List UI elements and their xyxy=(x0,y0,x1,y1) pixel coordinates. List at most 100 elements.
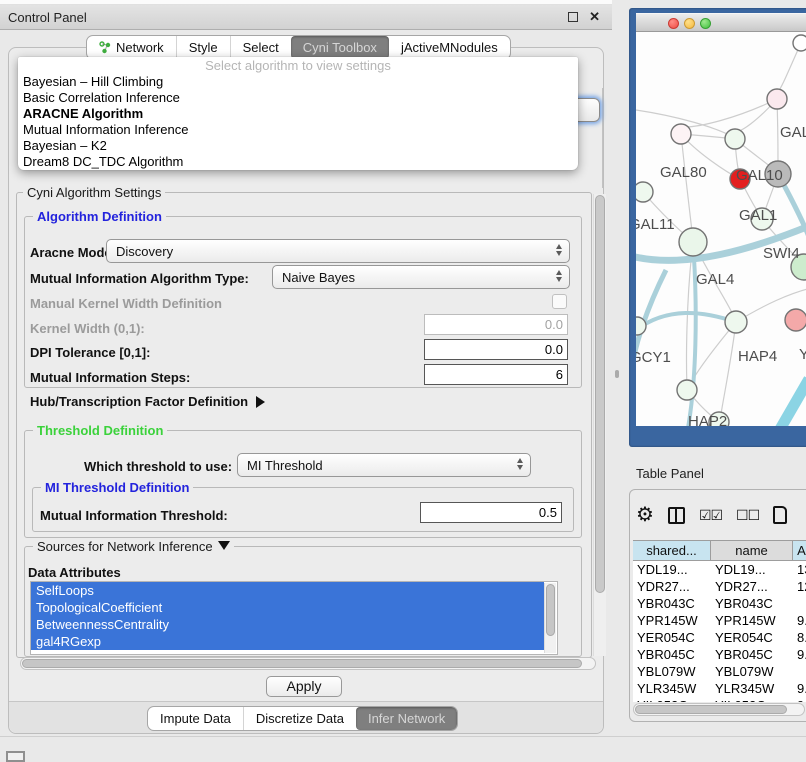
table-row[interactable]: YDR27...YDR27...12 xyxy=(633,578,806,595)
table-cell: YLR345W xyxy=(633,680,711,697)
sources-expander[interactable]: Sources for Network Inference xyxy=(33,539,234,554)
which-threshold-select[interactable]: MI Threshold xyxy=(237,453,531,477)
network-window-titlebar[interactable] xyxy=(636,13,806,32)
mi-threshold-field[interactable]: 0.5 xyxy=(420,502,562,523)
tab-label: Infer Network xyxy=(368,711,445,726)
tab-label: Select xyxy=(243,40,279,55)
attribute-item[interactable]: TopologicalCoefficient xyxy=(31,599,544,616)
close-icon[interactable]: ✕ xyxy=(589,9,600,25)
algorithm-option[interactable]: Mutual Information Inference xyxy=(18,122,578,138)
dropdown-placeholder: Select algorithm to view settings xyxy=(18,58,578,74)
node-label: HAP2 xyxy=(688,413,727,426)
table-row[interactable]: YBR045CYBR045C9. xyxy=(633,646,806,663)
tab-impute-data[interactable]: Impute Data xyxy=(148,707,243,730)
table-row[interactable]: YER054CYER054C8. xyxy=(633,629,806,646)
column-header[interactable]: name xyxy=(711,541,793,560)
algorithm-option[interactable]: Dream8 DC_TDC Algorithm xyxy=(18,154,578,170)
column-view-icon[interactable] xyxy=(668,507,685,524)
network-node[interactable] xyxy=(671,124,691,144)
network-edge[interactable] xyxy=(636,313,736,334)
import-table-icon[interactable] xyxy=(773,506,787,524)
tab-label: Discretize Data xyxy=(256,711,344,726)
settings-vscroll-thumb[interactable] xyxy=(595,195,605,593)
aracne-mode-select[interactable]: Discovery xyxy=(106,239,570,263)
column-header[interactable]: shared... xyxy=(633,541,711,560)
network-edge[interactable] xyxy=(768,379,806,426)
attributes-scrollbar[interactable] xyxy=(544,583,556,653)
kernel-width-field[interactable]: 0.0 xyxy=(424,314,568,335)
network-node[interactable] xyxy=(725,129,745,149)
mi-steps-field[interactable]: 6 xyxy=(424,364,568,385)
table-row[interactable]: YIL052CYIL052C9 xyxy=(633,697,806,702)
algorithm-option[interactable]: Bayesian – K2 xyxy=(18,138,578,154)
network-node[interactable] xyxy=(785,309,806,331)
network-node[interactable] xyxy=(636,182,653,202)
dpi-tolerance-field[interactable]: 0.0 xyxy=(424,339,568,360)
attributes-scrollbar-thumb[interactable] xyxy=(546,584,555,636)
network-icon xyxy=(99,41,111,54)
window-minimize-icon[interactable] xyxy=(684,18,695,29)
settings-hscroll-thumb[interactable] xyxy=(22,659,582,668)
attribute-item[interactable]: BetweennessCentrality xyxy=(31,616,544,633)
table-partial-row: YIL052CYIL052C9 xyxy=(633,697,806,702)
algorithm-option[interactable]: Basic Correlation Inference xyxy=(18,90,578,106)
table-cell xyxy=(793,663,806,680)
bottom-strip xyxy=(0,736,806,762)
table-row[interactable]: YBR043CYBR043C xyxy=(633,595,806,612)
table-row[interactable]: YPR145WYPR145W9. xyxy=(633,612,806,629)
table-horizontal-scrollbar[interactable] xyxy=(633,703,805,716)
tab-cyni-toolbox[interactable]: Cyni Toolbox xyxy=(291,36,389,59)
minimized-panel-icon[interactable] xyxy=(6,751,25,762)
network-node[interactable] xyxy=(793,35,806,51)
collapse-down-icon[interactable] xyxy=(218,541,230,550)
expand-right-icon[interactable] xyxy=(256,396,265,408)
network-node[interactable] xyxy=(767,89,787,109)
settings-horizontal-scrollbar[interactable] xyxy=(20,657,596,670)
table-row[interactable]: YDL19...YDL19...13 xyxy=(633,561,806,578)
mi-type-label: Mutual Information Algorithm Type: xyxy=(30,271,249,286)
tab-infer-network[interactable]: Infer Network xyxy=(356,707,457,730)
hidden-focused-combo-fragment[interactable] xyxy=(576,98,600,122)
mi-type-value: Naive Bayes xyxy=(282,270,355,285)
apply-button[interactable]: Apply xyxy=(266,676,342,697)
data-attributes-label: Data Attributes xyxy=(28,565,121,580)
tab-label: Cyni Toolbox xyxy=(303,40,377,55)
network-node[interactable] xyxy=(679,228,707,256)
splitpane-handle[interactable] xyxy=(615,370,619,378)
data-attributes-list[interactable]: SelfLoopsTopologicalCoefficientBetweenne… xyxy=(30,581,558,655)
attribute-item[interactable]: gal4RGexp xyxy=(31,633,544,650)
manual-kernel-checkbox[interactable] xyxy=(552,294,567,309)
network-node[interactable] xyxy=(677,380,697,400)
tab-jactivemnodules[interactable]: jActiveMNodules xyxy=(389,36,510,59)
node-label: GAL4 xyxy=(696,271,734,288)
node-label: GCY1 xyxy=(636,349,671,366)
network-edge[interactable] xyxy=(681,134,693,240)
settings-vertical-scrollbar[interactable] xyxy=(593,194,606,656)
tab-style[interactable]: Style xyxy=(176,36,230,59)
table-row[interactable]: YBL079WYBL079W xyxy=(633,663,806,680)
select-all-icon[interactable]: ☑☑ xyxy=(699,507,722,524)
deselect-all-icon[interactable]: ☐☐ xyxy=(736,507,759,524)
attribute-item[interactable]: SelfLoops xyxy=(31,582,544,599)
table-row[interactable]: YLR345WYLR345W9. xyxy=(633,680,806,697)
mi-type-select[interactable]: Naive Bayes xyxy=(272,265,570,289)
tab-network[interactable]: Network xyxy=(87,36,176,59)
network-edge[interactable] xyxy=(720,322,736,420)
tab-discretize-data[interactable]: Discretize Data xyxy=(243,707,356,730)
network-node[interactable] xyxy=(725,311,747,333)
network-graph[interactable]: GALGAL80GAL10GAL1GAL11SWI4GAL4GCY1HAP4YH… xyxy=(636,32,806,426)
network-canvas[interactable]: GALGAL80GAL10GAL1GAL11SWI4GAL4GCY1HAP4YH… xyxy=(636,32,806,426)
tab-select[interactable]: Select xyxy=(230,36,291,59)
algorithm-option[interactable]: ARACNE Algorithm xyxy=(18,106,578,122)
tab-label: Network xyxy=(116,40,164,55)
network-view-window[interactable]: GALGAL80GAL10GAL1GAL11SWI4GAL4GCY1HAP4YH… xyxy=(629,8,806,447)
table-hscroll-thumb[interactable] xyxy=(635,705,787,714)
window-close-icon[interactable] xyxy=(668,18,679,29)
algorithm-option[interactable]: Bayesian – Hill Climbing xyxy=(18,74,578,90)
gear-icon[interactable]: ⚙ xyxy=(636,505,654,525)
hub-definition-expander[interactable]: Hub/Transcription Factor Definition xyxy=(30,394,265,409)
float-panel-icon[interactable] xyxy=(568,12,578,22)
column-header[interactable]: A xyxy=(793,541,806,560)
window-zoom-icon[interactable] xyxy=(700,18,711,29)
table-cell: YLR345W xyxy=(711,680,793,697)
